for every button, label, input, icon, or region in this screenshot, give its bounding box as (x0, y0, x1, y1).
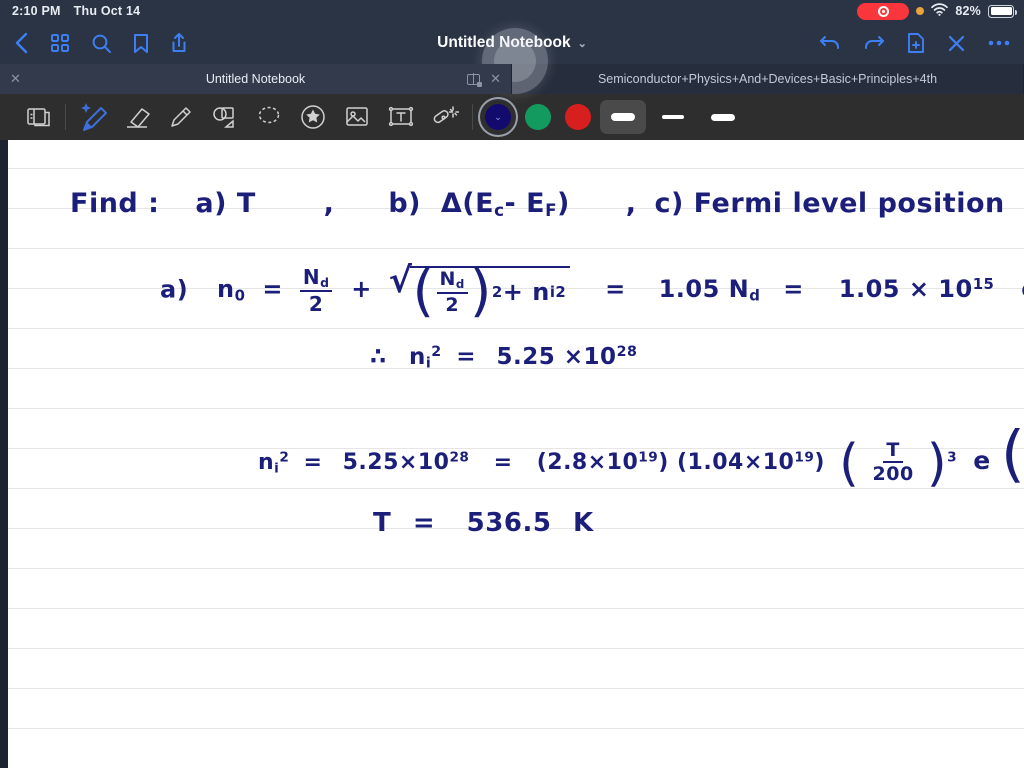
orange-privacy-dot-icon (916, 7, 924, 15)
rule-line (8, 568, 1024, 569)
grid-view-icon[interactable] (50, 33, 70, 53)
lasso-select-tool[interactable] (247, 97, 291, 137)
note-line-3-ni-squared: ∴ ni2 = 5.25 ×1028 (370, 344, 637, 372)
rule-line (8, 728, 1024, 729)
search-icon[interactable] (91, 33, 112, 54)
color-swatch-green[interactable] (518, 97, 558, 137)
record-ring-icon (878, 6, 889, 17)
navbar-left-tools (14, 32, 188, 54)
color-swatch-navy[interactable]: ⌄ (478, 97, 518, 137)
toolbar-divider (65, 104, 66, 130)
battery-icon (988, 5, 1014, 18)
status-bar-left: 2:10 PM Thu Oct 14 (12, 4, 140, 18)
eraser-tool[interactable] (115, 97, 159, 137)
shapes-tool[interactable] (203, 97, 247, 137)
split-view-icon[interactable] (467, 74, 480, 85)
image-tool[interactable] (335, 97, 379, 137)
note-line-5-answer: T = 536.5 K (373, 508, 594, 538)
tab-close-icon[interactable]: ✕ (10, 71, 21, 87)
undo-icon[interactable] (819, 34, 841, 52)
stroke-width-thin[interactable] (700, 100, 746, 134)
navigation-bar: Untitled Notebook ⌄ (0, 22, 1024, 64)
status-bar-right: 82% (857, 3, 1014, 20)
tool-palette: ⌄ (0, 94, 1024, 140)
screen-recording-indicator[interactable] (857, 3, 909, 20)
wifi-icon (931, 3, 948, 19)
toolbar-divider-2 (472, 104, 473, 130)
battery-percent-label: 82% (955, 4, 981, 18)
rule-line (8, 248, 1024, 249)
tab-untitled-notebook[interactable]: ✕ Untitled Notebook ✕ (0, 64, 512, 94)
status-date: Thu Oct 14 (74, 4, 141, 18)
navbar-right-tools (819, 32, 1010, 54)
stroke-medium-bar (662, 115, 684, 119)
bookmark-icon[interactable] (133, 33, 149, 54)
close-icon[interactable] (947, 34, 966, 53)
note-line-4-full-equation: ni2 = 5.25×1028 = (2.8×1019) (1.04×1019)… (258, 430, 1024, 484)
note-line-1-prompt: Find : a) T , b) Δ(Ec- EF) , c) Fermi le… (70, 188, 1005, 220)
navy-swatch-dot: ⌄ (485, 104, 511, 130)
tab-semiconductor-physics[interactable]: Semiconductor+Physics+And+Devices+Basic+… (512, 64, 1024, 94)
stroke-thick-bar (611, 113, 635, 121)
status-time: 2:10 PM (12, 4, 61, 18)
green-swatch-dot (525, 104, 551, 130)
stroke-width-medium[interactable] (650, 100, 696, 134)
notebook-page[interactable]: Find : a) T , b) Δ(Ec- EF) , c) Fermi le… (0, 140, 1024, 768)
tab-bar: ✕ Untitled Notebook ✕ Semiconductor+Phys… (0, 64, 1024, 94)
pen-tool[interactable] (71, 97, 115, 137)
rule-line (8, 648, 1024, 649)
page-layout-tool[interactable] (16, 97, 60, 137)
rule-line (8, 168, 1024, 169)
color-swatch-red[interactable] (558, 97, 598, 137)
redo-icon[interactable] (863, 34, 885, 52)
text-box-tool[interactable] (379, 97, 423, 137)
tab-label: Semiconductor+Physics+And+Devices+Basic+… (512, 72, 1023, 86)
paper-canvas[interactable]: Find : a) T , b) Δ(Ec- EF) , c) Fermi le… (8, 140, 1024, 768)
note-line-2-equation: a) n0 = Nd 2 + √ ( Nd 2 )2 + ni2 (160, 266, 1024, 315)
rule-line (8, 688, 1024, 689)
document-title[interactable]: Untitled Notebook ⌄ (437, 34, 587, 52)
highlighter-tool[interactable] (159, 97, 203, 137)
rule-line (8, 608, 1024, 609)
share-icon[interactable] (170, 32, 188, 54)
rule-line (8, 488, 1024, 489)
stroke-width-thick[interactable] (600, 100, 646, 134)
red-swatch-dot (565, 104, 591, 130)
rule-line (8, 328, 1024, 329)
sticker-tool[interactable] (291, 97, 335, 137)
back-chevron-icon[interactable] (14, 32, 29, 54)
magic-wand-tool[interactable] (423, 97, 467, 137)
tab-actions: ✕ (467, 71, 501, 87)
tab-label: Untitled Notebook (0, 72, 511, 86)
page-gutter (0, 140, 8, 768)
document-title-label: Untitled Notebook (437, 34, 570, 52)
more-options-icon[interactable] (988, 40, 1010, 46)
new-page-icon[interactable] (907, 32, 925, 54)
stroke-thin-bar (711, 114, 735, 121)
status-bar: 2:10 PM Thu Oct 14 82% (0, 0, 1024, 22)
chevron-down-icon[interactable]: ⌄ (578, 37, 587, 50)
chevron-down-icon: ⌄ (485, 104, 511, 130)
rule-line (8, 408, 1024, 409)
tab-close-icon-right[interactable]: ✕ (490, 71, 501, 87)
